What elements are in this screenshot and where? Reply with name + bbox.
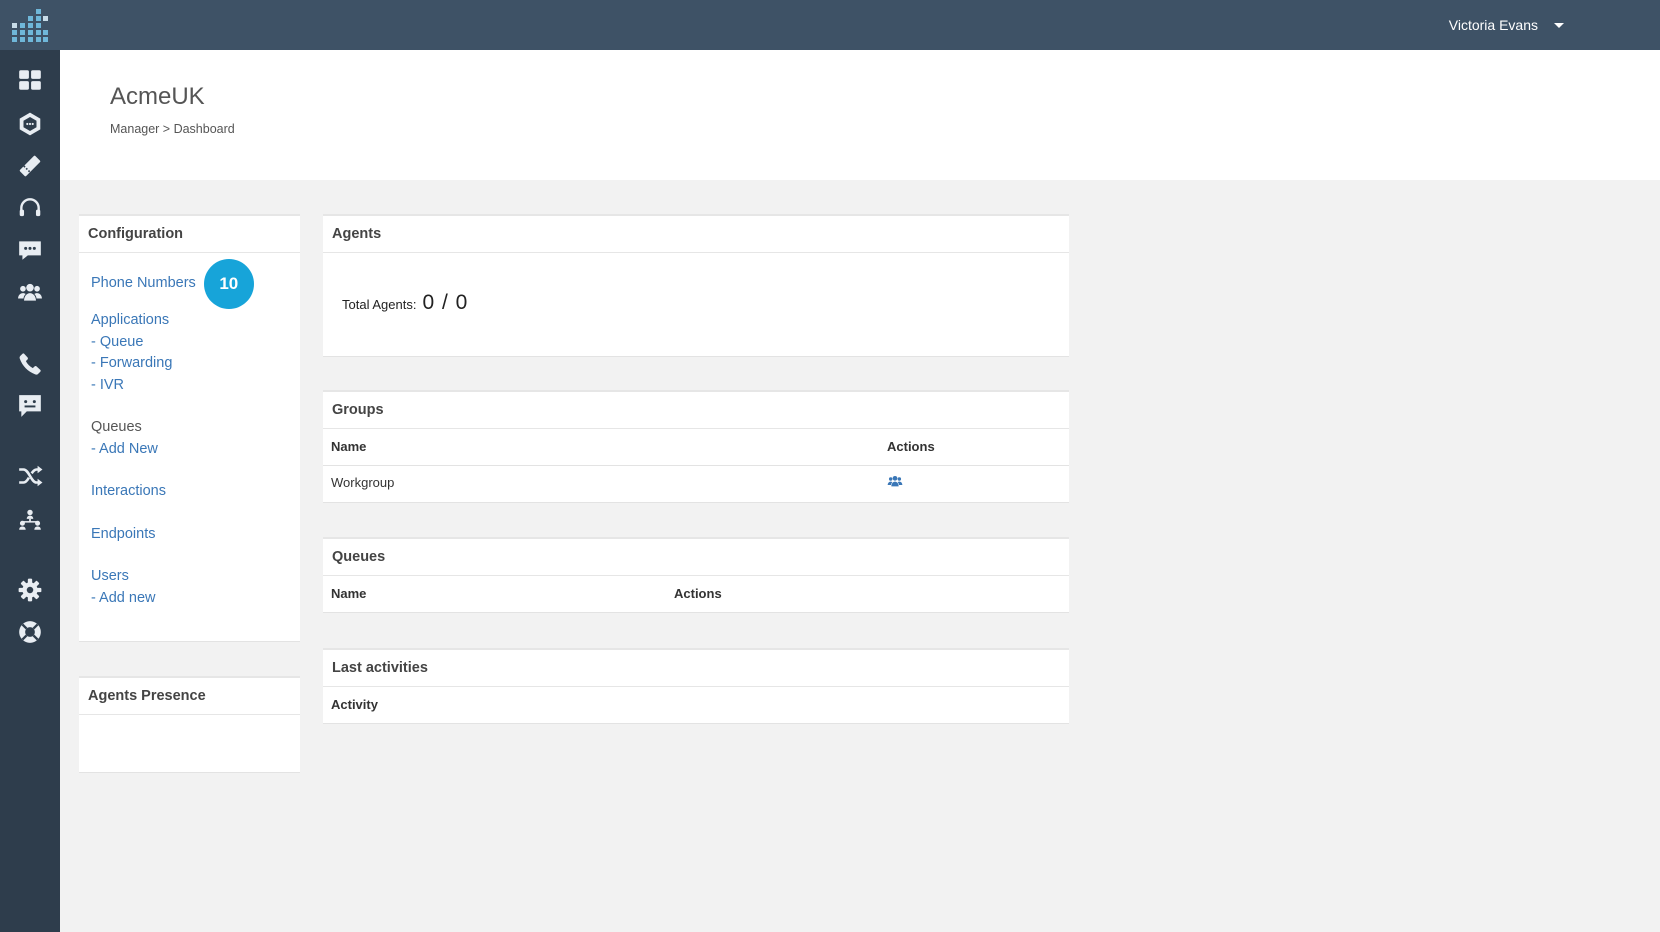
breadcrumb: Manager > Dashboard bbox=[110, 122, 235, 136]
sidebar-item-dashboard[interactable] bbox=[0, 60, 60, 100]
queues-title: Queues bbox=[323, 539, 1069, 576]
phone-numbers-row: Phone Numbers 10 bbox=[91, 259, 288, 309]
queue-application-link[interactable]: - Queue bbox=[91, 332, 288, 354]
phone-numbers-badge: 10 bbox=[203, 259, 254, 309]
sidebar-item-chat-widget[interactable] bbox=[0, 104, 60, 144]
last-activities-panel: Last activities Activity bbox=[323, 648, 1069, 724]
group-name-cell: Workgroup bbox=[331, 474, 395, 490]
applications-link[interactable]: Applications bbox=[91, 310, 288, 332]
column-header-activity: Activity bbox=[323, 687, 1069, 724]
users-icon[interactable] bbox=[887, 475, 903, 491]
sidebar-item-routing[interactable] bbox=[0, 456, 60, 496]
queues-add-new-link[interactable]: - Add New bbox=[91, 439, 288, 461]
hexagon-chat-icon bbox=[19, 112, 41, 136]
user-name: Victoria Evans bbox=[1448, 17, 1538, 33]
column-header-actions: Actions bbox=[666, 576, 1069, 613]
groups-title: Groups bbox=[323, 392, 1069, 429]
agents-summary: Total Agents: 0 / 0 bbox=[323, 253, 1069, 315]
sidebar-item-tickets[interactable] bbox=[0, 146, 60, 186]
table-header-row: Name Actions bbox=[323, 576, 1069, 613]
column-header-name: Name bbox=[323, 429, 879, 466]
configuration-list: Phone Numbers 10 Applications - Queue - … bbox=[79, 253, 300, 609]
interactions-link[interactable]: Interactions bbox=[91, 481, 288, 503]
column-header-actions: Actions bbox=[879, 429, 1069, 466]
hierarchy-icon bbox=[19, 509, 41, 530]
group-actions-cell bbox=[879, 465, 1069, 499]
dashboard-icon bbox=[19, 70, 41, 90]
last-activities-table: Activity bbox=[323, 687, 1069, 724]
total-agents-value: 0 / 0 bbox=[422, 291, 469, 314]
ivr-application-link[interactable]: - IVR bbox=[91, 375, 288, 397]
sidebar-item-help[interactable] bbox=[0, 612, 60, 652]
phone-numbers-link[interactable]: Phone Numbers bbox=[91, 273, 196, 295]
forwarding-application-link[interactable]: - Forwarding bbox=[91, 353, 288, 375]
table-header-row: Name Actions bbox=[323, 429, 1069, 466]
top-bar: Victoria Evans bbox=[0, 0, 1660, 50]
groups-table: Name Actions Workgroup bbox=[323, 429, 1069, 499]
users-icon bbox=[18, 283, 42, 301]
configuration-title: Configuration bbox=[79, 216, 300, 253]
chat-bubble-icon bbox=[19, 241, 41, 260]
headset-icon bbox=[19, 198, 41, 217]
last-activities-title: Last activities bbox=[323, 650, 1069, 687]
column-header-name: Name bbox=[323, 576, 666, 613]
groups-panel: Groups Name Actions Workgroup bbox=[323, 390, 1069, 503]
sidebar-item-settings[interactable] bbox=[0, 570, 60, 610]
sidebar-item-users[interactable] bbox=[0, 272, 60, 312]
user-menu[interactable]: Victoria Evans bbox=[1449, 0, 1564, 50]
table-row: Workgroup bbox=[323, 465, 1069, 499]
users-link[interactable]: Users bbox=[91, 566, 288, 588]
sidebar-item-chat[interactable] bbox=[0, 230, 60, 270]
table-header-row: Activity bbox=[323, 687, 1069, 724]
queues-table: Name Actions bbox=[323, 576, 1069, 613]
gear-icon bbox=[18, 578, 42, 602]
lifebuoy-icon bbox=[19, 621, 41, 643]
agents-presence-panel: Agents Presence bbox=[79, 676, 300, 773]
agents-panel: Agents Total Agents: 0 / 0 bbox=[323, 214, 1069, 357]
agents-title: Agents bbox=[323, 216, 1069, 253]
sidebar-item-messages[interactable] bbox=[0, 386, 60, 426]
shuffle-icon bbox=[19, 465, 43, 487]
page-title: AcmeUK bbox=[110, 83, 205, 110]
app-logo-icon[interactable] bbox=[12, 9, 48, 43]
users-add-new-link[interactable]: - Add new bbox=[91, 588, 288, 610]
queues-panel: Queues Name Actions bbox=[323, 537, 1069, 613]
endpoints-link[interactable]: Endpoints bbox=[91, 524, 288, 546]
sidebar-item-support[interactable] bbox=[0, 188, 60, 228]
agents-presence-title: Agents Presence bbox=[79, 678, 300, 715]
message-icon bbox=[19, 395, 41, 417]
sidebar bbox=[0, 50, 60, 932]
total-agents-label: Total Agents: bbox=[342, 297, 417, 312]
queues-label: Queues bbox=[91, 419, 142, 435]
sidebar-item-calls[interactable] bbox=[0, 344, 60, 384]
chevron-down-icon bbox=[1554, 22, 1564, 28]
configuration-panel: Configuration Phone Numbers 10 Applicati… bbox=[79, 214, 300, 642]
sidebar-item-teams[interactable] bbox=[0, 500, 60, 540]
page-header: AcmeUK Manager > Dashboard bbox=[60, 50, 1660, 180]
phone-icon bbox=[19, 353, 41, 375]
ticket-icon bbox=[19, 155, 41, 177]
